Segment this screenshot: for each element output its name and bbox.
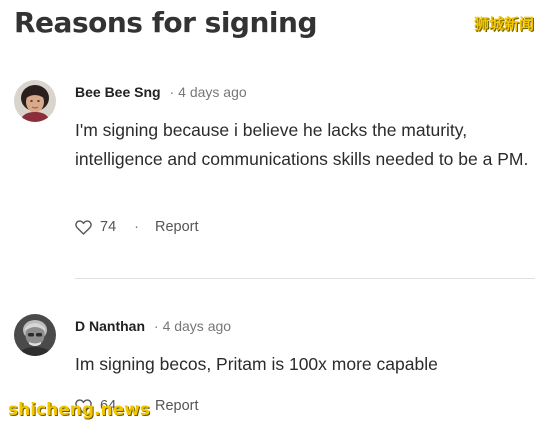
comment-text: I'm signing because i believe he lacks t… <box>75 120 529 169</box>
section-title: Reasons for signing <box>14 6 317 39</box>
avatar-photo <box>14 80 56 122</box>
comment-meta: Bee Bee Sng · 4 days ago <box>75 84 247 100</box>
action-separator: · <box>134 219 139 235</box>
comment-text: Im signing becos, Pritam is 100x more ca… <box>75 354 438 374</box>
author-name[interactable]: D Nanthan <box>75 318 145 334</box>
watermark-bottom: shicheng.news <box>8 400 150 420</box>
meta-separator: · <box>153 318 159 334</box>
petition-comments-page: Reasons for signing 狮城新闻 Bee Bee Sng · 4 … <box>0 0 544 425</box>
avatar[interactable] <box>14 314 56 356</box>
avatar-photo <box>14 314 56 356</box>
author-name[interactable]: Bee Bee Sng <box>75 84 161 100</box>
avatar[interactable] <box>14 80 56 122</box>
comment-time: 4 days ago <box>178 84 247 100</box>
comment-meta: D Nanthan · 4 days ago <box>75 318 231 334</box>
meta-separator: · <box>169 84 175 100</box>
report-button[interactable]: Report <box>155 219 199 235</box>
heart-icon[interactable] <box>75 219 92 235</box>
comment-divider <box>75 278 535 279</box>
watermark-top: 狮城新闻 <box>473 15 534 33</box>
comment-time: 4 days ago <box>162 318 232 334</box>
like-count: 74 <box>100 219 117 235</box>
report-button[interactable]: Report <box>155 398 199 414</box>
comment-actions: 74 · Report <box>75 219 199 235</box>
